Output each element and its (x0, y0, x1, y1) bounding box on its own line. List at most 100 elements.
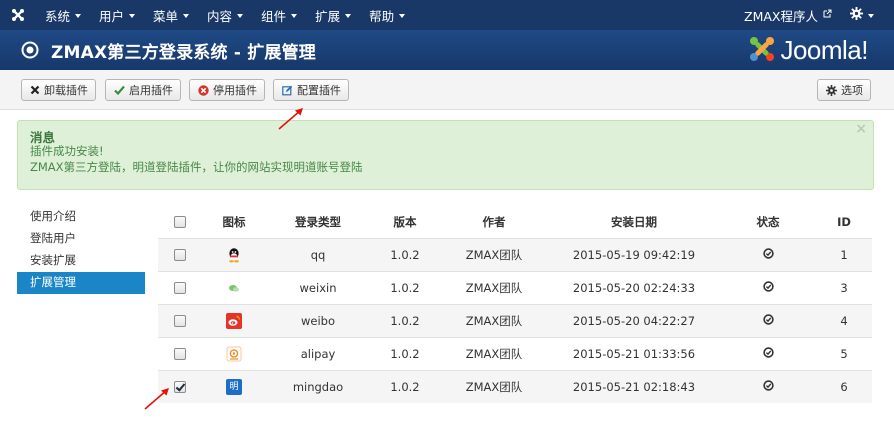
brand-wordmark: Joomla! (780, 34, 868, 65)
table-row: qq 1.0.2 ZMAX团队 2015-05-19 09:42:19 1 (158, 237, 872, 271)
published-status-icon[interactable] (762, 380, 774, 394)
times-icon (30, 85, 40, 95)
wechat-icon (226, 280, 242, 296)
weibo-icon (226, 312, 242, 329)
gear-icon (850, 7, 863, 23)
menu-components[interactable]: 组件 (252, 0, 306, 30)
col-status[interactable]: 状态 (720, 206, 816, 238)
menu-content-label: 内容 (207, 8, 233, 24)
menu-users-label: 用户 (99, 8, 125, 24)
uninstall-plugin-button[interactable]: 卸载插件 (21, 79, 96, 101)
row-select-cell (158, 303, 202, 337)
page-header: ZMAX第三方登录系统 - 扩展管理 Joomla! (0, 30, 894, 70)
row-status-cell (720, 270, 816, 304)
times-circle-icon (198, 84, 209, 96)
options-button[interactable]: 选项 (817, 79, 871, 101)
row-login-type: alipay (266, 336, 370, 370)
row-id: 4 (816, 303, 872, 337)
menu-menus[interactable]: 菜单 (144, 0, 198, 30)
qq-icon (226, 247, 242, 263)
configure-plugin-button[interactable]: 配置插件 (273, 79, 349, 101)
close-message-button[interactable]: × (855, 121, 867, 137)
message-line-2: ZMAX第三方登陆，明道登陆插件，让你的网站实现明道账号登陆 (30, 160, 363, 174)
row-author: ZMAX团队 (440, 336, 548, 370)
check-icon (114, 85, 125, 95)
row-checkbox[interactable] (174, 315, 186, 327)
row-version: 1.0.2 (370, 270, 440, 304)
enable-plugin-button[interactable]: 启用插件 (105, 79, 181, 101)
row-install-date: 2015-05-19 09:42:19 (548, 237, 720, 271)
record-icon (21, 41, 39, 59)
caret-down-icon (129, 13, 136, 18)
table-header-row: 图标 登录类型 版本 作者 安装日期 状态 ID (158, 206, 872, 238)
row-checkbox[interactable] (174, 249, 186, 261)
row-checkbox[interactable] (174, 282, 186, 294)
caret-down-icon (237, 13, 244, 18)
joomla-logo-icon[interactable] (0, 8, 36, 22)
row-checkbox[interactable] (174, 348, 186, 360)
published-status-icon[interactable] (762, 347, 774, 361)
row-author: ZMAX团队 (440, 237, 548, 271)
col-install-date[interactable]: 安装日期 (548, 206, 720, 238)
col-author[interactable]: 作者 (440, 206, 548, 238)
row-login-type: weixin (266, 270, 370, 304)
row-version: 1.0.2 (370, 336, 440, 370)
page-title: ZMAX第三方登录系统 - 扩展管理 (51, 42, 316, 63)
sidebar-item-introduction[interactable]: 使用介绍 (17, 206, 145, 228)
message-line-1: 插件成功安装! (30, 144, 104, 158)
row-install-date: 2015-05-21 01:33:56 (548, 336, 720, 370)
row-icon-cell (202, 237, 266, 271)
row-select-cell (158, 237, 202, 271)
topnav-right: ZMAX程序人 (744, 0, 894, 30)
menu-menus-label: 菜单 (153, 8, 179, 24)
menu-extensions[interactable]: 扩展 (306, 0, 360, 30)
col-login-type[interactable]: 登录类型 (266, 206, 370, 238)
row-icon-cell: 明 (202, 369, 266, 403)
row-author: ZMAX团队 (440, 270, 548, 304)
gear-icon (826, 84, 837, 96)
col-id[interactable]: ID (816, 206, 872, 238)
row-id: 3 (816, 270, 872, 304)
col-version[interactable]: 版本 (370, 206, 440, 238)
row-version: 1.0.2 (370, 369, 440, 403)
row-status-cell (720, 237, 816, 271)
sidebar-item-extension-manager[interactable]: 扩展管理 (17, 272, 145, 294)
caret-down-icon (345, 13, 352, 18)
published-status-icon[interactable] (762, 248, 774, 262)
row-icon-cell (202, 303, 266, 337)
row-login-type: qq (266, 237, 370, 271)
toolbar: 卸载插件 启用插件 停用插件 配置插件 选项 (0, 70, 894, 110)
select-all-cell (158, 206, 202, 238)
menu-users[interactable]: 用户 (90, 0, 144, 30)
settings-menu[interactable] (850, 7, 894, 23)
row-checkbox[interactable] (174, 381, 186, 394)
row-id: 6 (816, 369, 872, 403)
caret-down-icon (399, 13, 406, 18)
main-menu: 系统 用户 菜单 内容 组件 扩展 帮助 (36, 0, 414, 30)
table-row: weibo 1.0.2 ZMAX团队 2015-05-20 04:22:27 4 (158, 303, 872, 337)
row-id: 5 (816, 336, 872, 370)
row-select-cell (158, 336, 202, 370)
user-site-link[interactable]: ZMAX程序人 (744, 6, 850, 25)
sidebar-item-install-extensions[interactable]: 安装扩展 (17, 250, 145, 272)
published-status-icon[interactable] (762, 281, 774, 295)
menu-system[interactable]: 系统 (36, 0, 90, 30)
row-install-date: 2015-05-21 02:18:43 (548, 369, 720, 403)
disable-plugin-button[interactable]: 停用插件 (189, 79, 265, 101)
caret-down-icon (75, 13, 82, 18)
published-status-icon[interactable] (762, 314, 774, 328)
sidebar-item-login-users[interactable]: 登陆用户 (17, 228, 145, 250)
menu-content[interactable]: 内容 (198, 0, 252, 30)
row-version: 1.0.2 (370, 303, 440, 337)
menu-help[interactable]: 帮助 (360, 0, 414, 30)
options-label: 选项 (841, 84, 863, 97)
row-icon-cell (202, 336, 266, 370)
row-id: 1 (816, 237, 872, 271)
select-all-checkbox[interactable] (174, 216, 186, 229)
top-navbar: 系统 用户 菜单 内容 组件 扩展 帮助 ZMAX程序人 (0, 0, 894, 30)
menu-extensions-label: 扩展 (315, 8, 341, 24)
alipay-icon (226, 346, 242, 362)
row-icon-cell (202, 270, 266, 304)
user-label: ZMAX程序人 (744, 8, 818, 24)
disable-plugin-label: 停用插件 (213, 84, 257, 97)
